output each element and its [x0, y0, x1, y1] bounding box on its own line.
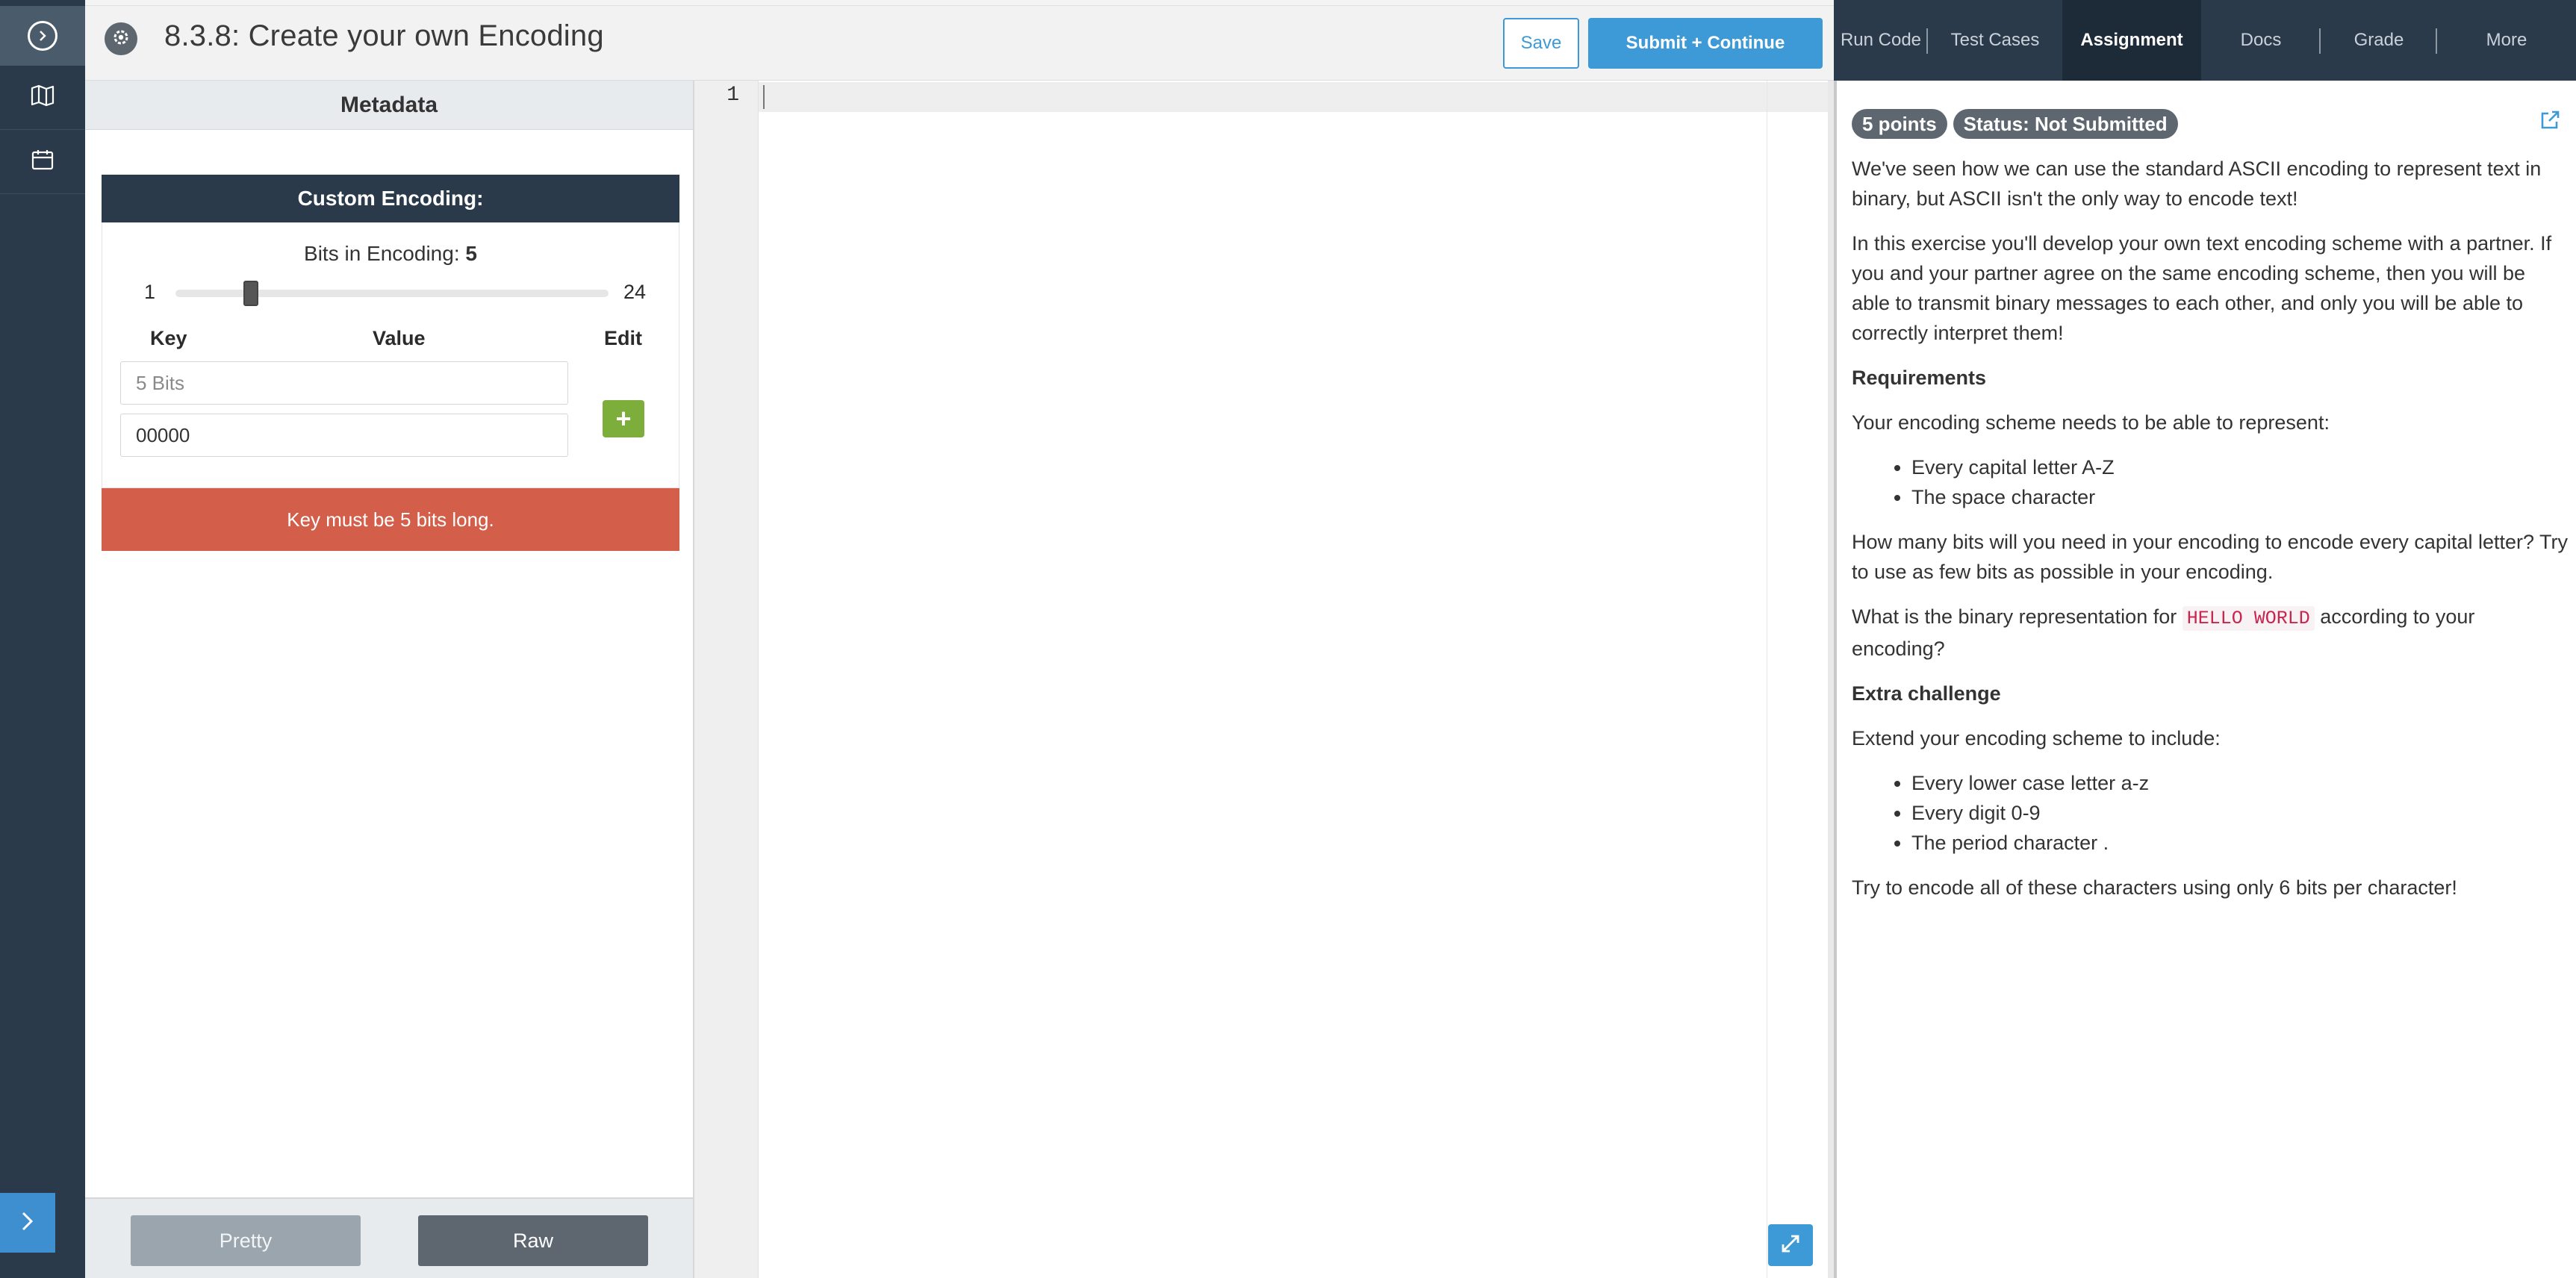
assignment-paragraph: We've seen how we can use the standard A… [1852, 158, 2542, 210]
assignment-paragraph: How many bits will you need in your enco… [1852, 531, 2569, 583]
editor-gutter: 1 [694, 81, 759, 1278]
list-item: Every digit 0-9 [1911, 798, 2569, 828]
tab-more[interactable]: More [2437, 0, 2576, 81]
calendar-icon [31, 149, 54, 175]
assignment-content: We've seen how we can use the standard A… [1852, 154, 2569, 917]
list-item: Every capital letter A-Z [1911, 452, 2569, 482]
column-edit-header: Edit [604, 327, 642, 349]
text-cursor [763, 85, 765, 109]
bits-label: Bits in Encoding: [304, 242, 460, 265]
editor-expand-button[interactable] [1768, 1224, 1813, 1266]
list-item: The space character [1911, 482, 2569, 512]
extra-challenge-heading: Extra challenge [1852, 682, 2001, 705]
page-title: 8.3.8: Create your own Encoding [164, 19, 604, 52]
rail-item-calendar[interactable] [0, 130, 85, 194]
rail-expand-button[interactable] [0, 1193, 55, 1253]
tab-label: Test Cases [1950, 30, 2040, 50]
custom-encoding-card: Custom Encoding: Bits in Encoding: 5 1 2… [102, 175, 679, 488]
map-icon [31, 84, 55, 110]
key-input[interactable] [120, 361, 568, 405]
metadata-heading: Metadata [85, 81, 693, 130]
tab-grade[interactable]: Grade [2321, 0, 2437, 81]
tab-assignment[interactable]: Assignment [2062, 0, 2201, 81]
rail-item-map[interactable] [0, 66, 85, 130]
tab-docs[interactable]: Docs [2201, 0, 2321, 81]
assignment-paragraph: In this exercise you'll develop your own… [1852, 232, 2552, 344]
status-badge: Status: Not Submitted [1953, 109, 2178, 139]
gear-icon [111, 27, 131, 52]
list-item: The period character . [1911, 828, 2569, 858]
expand-icon [1780, 1233, 1801, 1258]
save-button[interactable]: Save [1503, 18, 1579, 69]
add-mapping-button[interactable]: + [603, 400, 644, 437]
assignment-paragraph: Try to encode all of these characters us… [1852, 876, 2457, 899]
inline-code: HELLO WORLD [2182, 606, 2315, 631]
exercise-header: 8.3.8: Create your own Encoding Save Sub… [85, 6, 1834, 81]
chevron-right-icon [19, 1210, 36, 1236]
assignment-panel: 5 points Status: Not Submitted We've see… [1834, 81, 2576, 1278]
tab-test-cases[interactable]: Test Cases [1928, 0, 2062, 81]
line-number: 1 [727, 84, 739, 107]
metadata-panel: Metadata Custom Encoding: Bits in Encodi… [85, 81, 694, 1278]
circle-chevron-right-icon [28, 21, 57, 51]
slider-min-label: 1 [144, 281, 156, 303]
bits-value: 5 [465, 242, 477, 265]
tab-label: Docs [2240, 30, 2282, 50]
rail-toggle-button[interactable] [0, 6, 85, 66]
column-value-header: Value [373, 327, 426, 349]
tab-label: Grade [2353, 30, 2404, 50]
editor-scrollbar[interactable] [1828, 81, 1834, 1278]
custom-encoding-body: Bits in Encoding: 5 1 24 Key Value Edit … [102, 222, 679, 488]
error-message: Key must be 5 bits long. [102, 488, 679, 551]
value-input[interactable] [120, 414, 568, 457]
external-link-icon[interactable] [2539, 109, 2561, 131]
code-editor[interactable]: 1 [694, 81, 1834, 1278]
requirements-heading: Requirements [1852, 367, 1987, 389]
tab-label: More [2486, 30, 2527, 50]
tab-run-code[interactable]: Run Code [1834, 0, 1928, 81]
custom-encoding-title: Custom Encoding: [102, 175, 679, 222]
active-line[interactable] [759, 82, 1834, 112]
bits-slider-track[interactable] [175, 290, 609, 297]
list-item: Every lower case letter a-z [1911, 768, 2569, 798]
bits-in-encoding: Bits in Encoding: 5 [102, 242, 679, 266]
requirements-list: Every capital letter A-Z The space chara… [1911, 452, 2569, 512]
top-strip [85, 0, 1834, 6]
column-key-header: Key [150, 327, 187, 349]
tab-label: Assignment [2080, 30, 2183, 50]
bits-slider-thumb[interactable] [243, 281, 258, 306]
assignment-paragraph: Extend your encoding scheme to include: [1852, 727, 2221, 749]
slider-max-label: 24 [623, 281, 647, 303]
submit-continue-button[interactable]: Submit + Continue [1588, 18, 1823, 69]
pretty-button[interactable]: Pretty [131, 1215, 361, 1266]
settings-button[interactable] [105, 22, 137, 55]
assignment-paragraph: What is the binary representation for HE… [1852, 602, 2569, 664]
tab-label: Run Code [1840, 30, 1922, 50]
view-toggle-bar: Pretty Raw [85, 1197, 693, 1278]
points-badge: 5 points [1852, 109, 1947, 139]
assignment-paragraph: Your encoding scheme needs to be able to… [1852, 411, 2330, 434]
raw-button[interactable]: Raw [418, 1215, 648, 1266]
tab-bar: Run Code Test Cases Assignment Docs Grad… [1834, 0, 2576, 81]
assignment-badges: 5 points Status: Not Submitted [1852, 109, 2178, 139]
text-fragment: What is the binary representation for [1852, 605, 2177, 628]
extra-challenge-list: Every lower case letter a-z Every digit … [1911, 768, 2569, 858]
left-rail [0, 0, 85, 1278]
